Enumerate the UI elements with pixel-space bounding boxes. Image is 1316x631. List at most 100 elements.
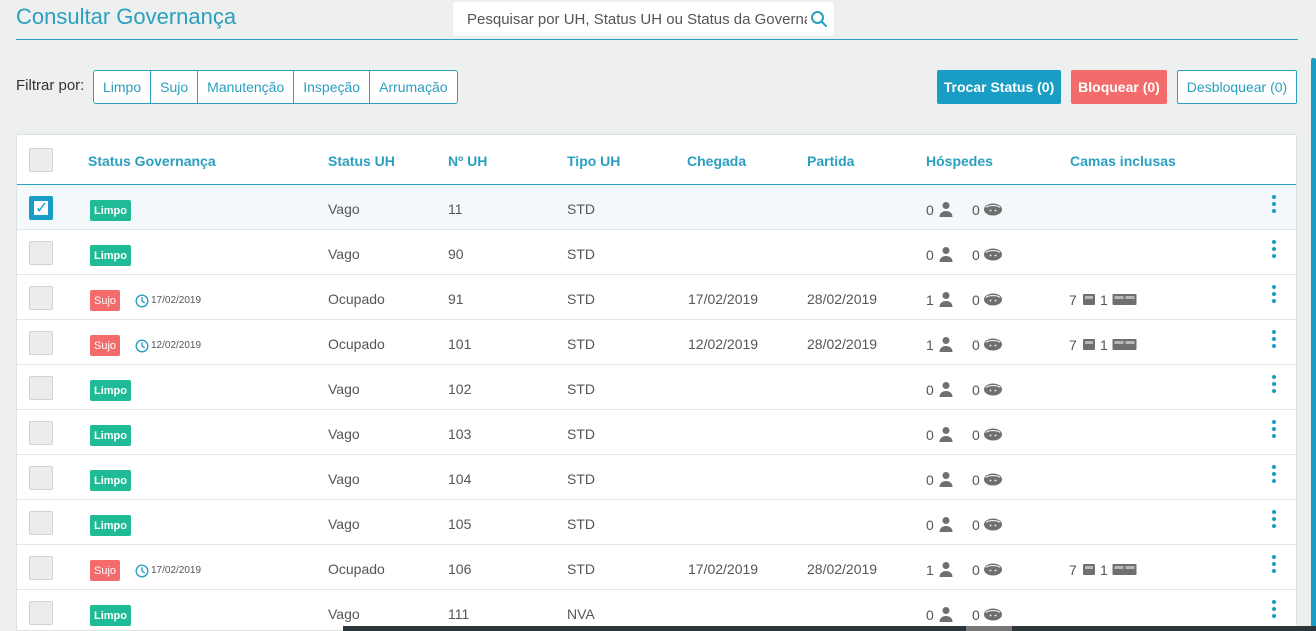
cell-partida: 28/02/2019 bbox=[807, 291, 878, 307]
cell-numero-uh: 11 bbox=[448, 201, 463, 217]
vertical-scrollbar[interactable] bbox=[1311, 58, 1316, 631]
status-badge: Sujo bbox=[90, 560, 121, 581]
double-bed-count: 1 bbox=[1100, 562, 1108, 578]
title-divider bbox=[16, 39, 1298, 40]
person-icon bbox=[939, 382, 953, 397]
single-bed-count: 7 bbox=[1069, 562, 1077, 578]
kebab-menu-icon[interactable] bbox=[1267, 194, 1281, 216]
row-checkbox[interactable]: ✓ bbox=[29, 196, 53, 220]
table-row[interactable]: ✓ Limpo Vago 11 STD 0 0 bbox=[17, 185, 1296, 230]
kebab-menu-icon[interactable] bbox=[1267, 464, 1281, 486]
row-checkbox[interactable] bbox=[29, 241, 53, 265]
filter-arrumacao-button[interactable]: Arrumação bbox=[369, 70, 458, 104]
cell-status-uh: Vago bbox=[328, 381, 360, 397]
table-row[interactable]: Limpo Vago 104 STD 0 0 bbox=[17, 455, 1296, 500]
header-status-governanca[interactable]: Status Governança bbox=[88, 153, 216, 169]
kebab-menu-icon[interactable] bbox=[1267, 509, 1281, 531]
table-row[interactable]: Limpo Vago 90 STD 0 0 bbox=[17, 230, 1296, 275]
cell-chegada: 12/02/2019 bbox=[688, 336, 759, 352]
person-icon bbox=[939, 517, 953, 532]
row-checkbox[interactable] bbox=[29, 331, 53, 355]
baby-icon bbox=[984, 383, 1002, 396]
kebab-menu-icon[interactable] bbox=[1267, 599, 1281, 621]
kebab-menu-icon[interactable] bbox=[1267, 374, 1281, 396]
table-row[interactable]: Sujo 17/02/2019 Ocupado 91 STD 17/02/2019 28/0… bbox=[17, 275, 1296, 320]
kebab-menu-icon[interactable] bbox=[1267, 419, 1281, 441]
header-partida[interactable]: Partida bbox=[807, 153, 854, 169]
kebab-menu-icon[interactable] bbox=[1267, 239, 1281, 261]
select-all-checkbox[interactable] bbox=[29, 148, 53, 172]
header-tipo-uh[interactable]: Tipo UH bbox=[567, 153, 620, 169]
child-count: 0 bbox=[972, 607, 980, 623]
desbloquear-button[interactable]: Desbloquear (0) bbox=[1177, 70, 1297, 104]
person-icon bbox=[939, 472, 953, 487]
table-row[interactable]: Limpo Vago 105 STD 0 0 bbox=[17, 500, 1296, 545]
table-row[interactable]: Limpo Vago 111 NVA 0 0 bbox=[17, 590, 1296, 630]
checkmark-icon: ✓ bbox=[35, 200, 49, 217]
trocar-status-button[interactable]: Trocar Status (0) bbox=[937, 70, 1061, 104]
baby-icon bbox=[984, 338, 1002, 351]
adult-count: 0 bbox=[926, 472, 934, 488]
filter-limpo-button[interactable]: Limpo bbox=[93, 70, 152, 104]
cell-tipo-uh: STD bbox=[567, 336, 595, 352]
adult-count: 0 bbox=[926, 382, 934, 398]
single-bed-icon bbox=[1083, 294, 1095, 305]
horizontal-scrollbar[interactable] bbox=[343, 626, 1316, 631]
kebab-menu-icon[interactable] bbox=[1267, 554, 1281, 576]
cell-status-uh: Ocupado bbox=[328, 291, 385, 307]
row-checkbox[interactable] bbox=[29, 466, 53, 490]
cell-tipo-uh: STD bbox=[567, 516, 595, 532]
cell-tipo-uh: STD bbox=[567, 201, 595, 217]
header-status-uh[interactable]: Status UH bbox=[328, 153, 395, 169]
row-checkbox[interactable] bbox=[29, 511, 53, 535]
search-box[interactable] bbox=[453, 2, 834, 36]
header-chegada[interactable]: Chegada bbox=[687, 153, 746, 169]
table-row[interactable]: Sujo 12/02/2019 Ocupado 101 STD 12/02/2019 28/… bbox=[17, 320, 1296, 365]
kebab-menu-icon[interactable] bbox=[1267, 284, 1281, 306]
filter-manutencao-button[interactable]: Manutenção bbox=[197, 70, 295, 104]
single-bed-count: 7 bbox=[1069, 337, 1077, 353]
person-icon bbox=[939, 427, 953, 442]
cell-tipo-uh: STD bbox=[567, 561, 595, 577]
cell-status-uh: Vago bbox=[328, 426, 360, 442]
status-badge: Limpo bbox=[90, 515, 131, 536]
double-bed-icon bbox=[1112, 294, 1137, 305]
baby-icon bbox=[984, 293, 1002, 306]
table-row[interactable]: Limpo Vago 103 STD 0 0 bbox=[17, 410, 1296, 455]
status-badge: Sujo bbox=[90, 290, 121, 311]
kebab-menu-icon[interactable] bbox=[1267, 329, 1281, 351]
child-count: 0 bbox=[972, 427, 980, 443]
status-badge: Limpo bbox=[90, 200, 131, 221]
row-checkbox[interactable] bbox=[29, 556, 53, 580]
baby-icon bbox=[984, 473, 1002, 486]
table-header: Status Governança Status UH Nº UH Tipo U… bbox=[17, 135, 1296, 185]
status-badge: Limpo bbox=[90, 425, 131, 446]
double-bed-icon bbox=[1112, 339, 1137, 350]
filter-sujo-button[interactable]: Sujo bbox=[150, 70, 199, 104]
bloquear-button[interactable]: Bloquear (0) bbox=[1071, 70, 1167, 104]
header-camas-inclusas[interactable]: Camas inclusas bbox=[1070, 153, 1176, 169]
cell-tipo-uh: STD bbox=[567, 426, 595, 442]
search-input[interactable] bbox=[467, 10, 807, 28]
header-numero-uh[interactable]: Nº UH bbox=[448, 153, 487, 169]
filter-inspecao-button[interactable]: Inspeção bbox=[293, 70, 371, 104]
table-row[interactable]: Limpo Vago 102 STD 0 0 bbox=[17, 365, 1296, 410]
header-hospedes[interactable]: Hóspedes bbox=[926, 153, 993, 169]
person-icon bbox=[939, 337, 953, 352]
row-checkbox[interactable] bbox=[29, 421, 53, 445]
baby-icon bbox=[984, 428, 1002, 441]
search-icon[interactable] bbox=[810, 10, 828, 28]
row-checkbox[interactable] bbox=[29, 286, 53, 310]
adult-count: 0 bbox=[926, 607, 934, 623]
adult-count: 0 bbox=[926, 427, 934, 443]
table-body: ✓ Limpo Vago 11 STD 0 0 Limpo Vago 90 STD 0 0 Sujo 17/… bbox=[17, 185, 1296, 630]
cell-status-uh: Ocupado bbox=[328, 336, 385, 352]
horizontal-scrollbar-thumb[interactable] bbox=[966, 626, 1012, 631]
row-checkbox[interactable] bbox=[29, 601, 53, 625]
cell-numero-uh: 106 bbox=[448, 561, 472, 577]
cell-status-uh: Vago bbox=[328, 516, 360, 532]
person-icon bbox=[939, 247, 953, 262]
table-row[interactable]: Sujo 17/02/2019 Ocupado 106 STD 17/02/2019 28/… bbox=[17, 545, 1296, 590]
child-count: 0 bbox=[972, 382, 980, 398]
row-checkbox[interactable] bbox=[29, 376, 53, 400]
